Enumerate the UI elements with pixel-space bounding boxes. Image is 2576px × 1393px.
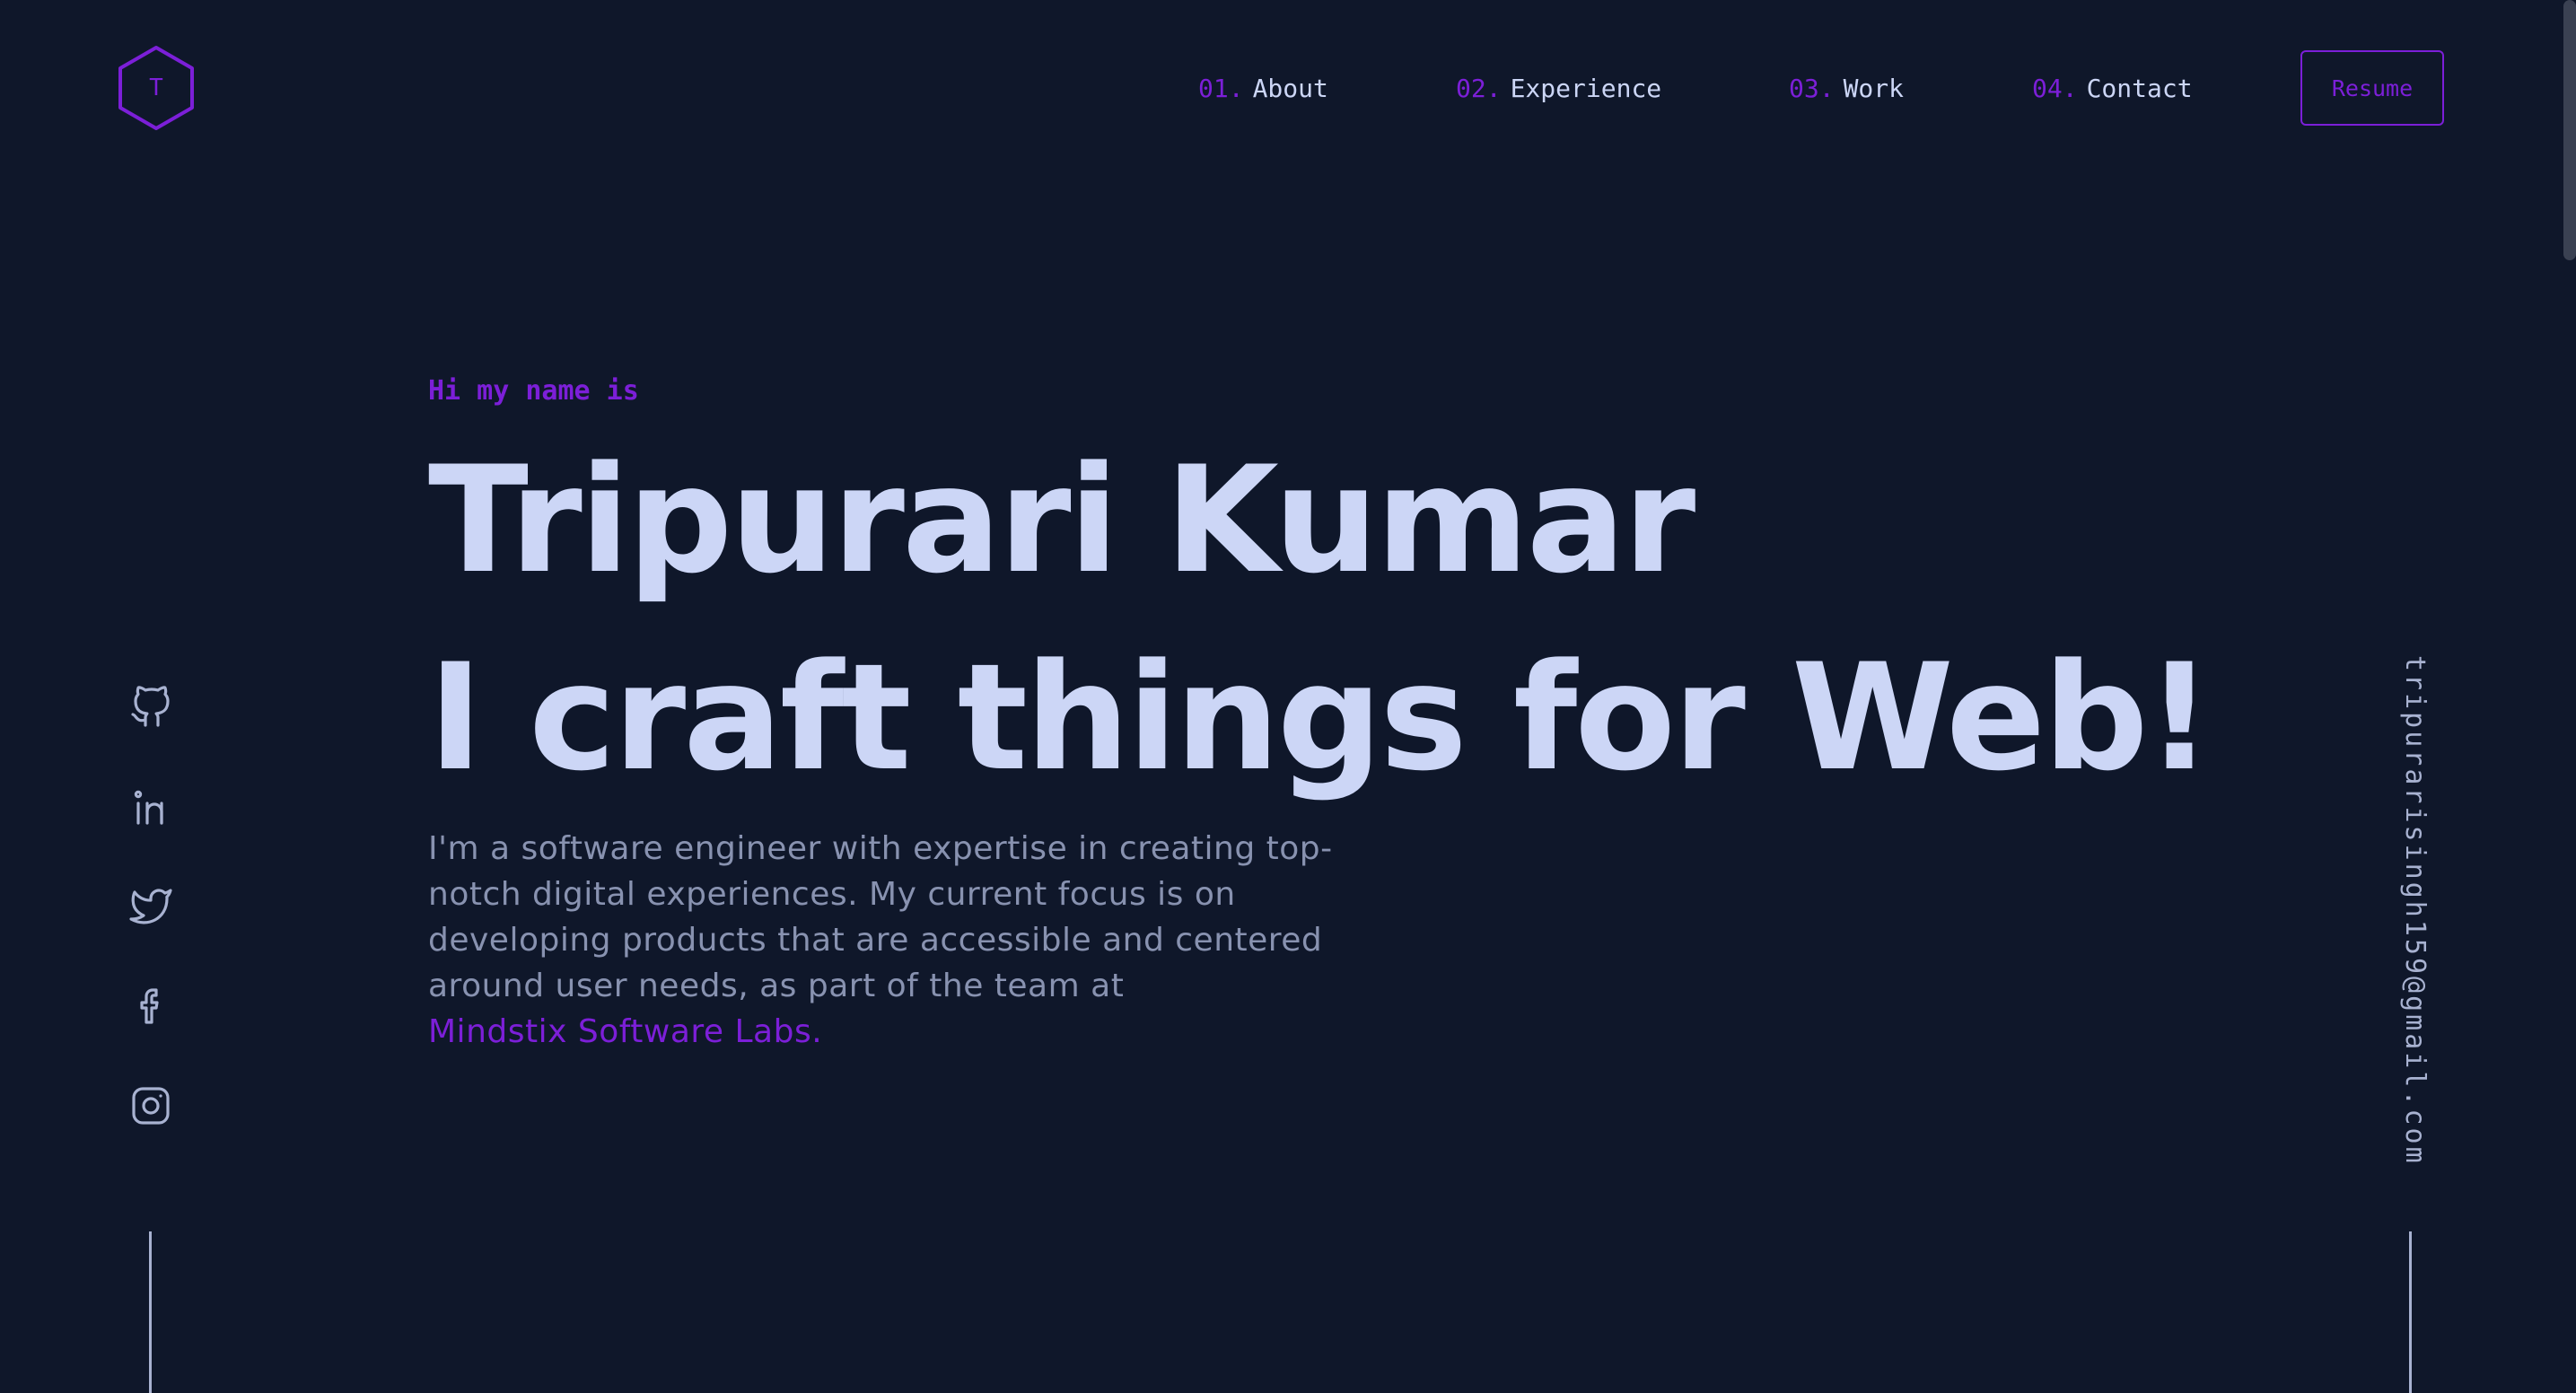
right-vertical-line	[2409, 1231, 2412, 1393]
nav-item-number: 02.	[1456, 74, 1502, 103]
linkedin-icon	[134, 790, 163, 825]
hero-bio: I'm a software engineer with expertise i…	[428, 826, 1398, 1055]
instagram-link[interactable]	[129, 1084, 172, 1127]
email-sidebar: tripurarisingh159@gmail.com	[2391, 655, 2436, 1176]
nav-item-work[interactable]: 03. Work	[1789, 74, 1904, 103]
hero-tagline: I craft things for Web!	[428, 632, 2212, 803]
hero-section: Hi my name is Tripurari Kumar I craft th…	[428, 375, 2212, 1055]
github-link[interactable]	[129, 686, 172, 729]
nav-item-label: About	[1252, 74, 1328, 103]
facebook-link[interactable]	[129, 985, 172, 1028]
left-vertical-line	[149, 1231, 152, 1393]
email-link[interactable]: tripurarisingh159@gmail.com	[2399, 655, 2431, 1166]
hero-greeting: Hi my name is	[428, 375, 639, 407]
nav-item-number: 01.	[1198, 74, 1244, 103]
nav-item-label: Work	[1843, 74, 1905, 103]
facebook-icon	[140, 988, 159, 1024]
nav-item-about[interactable]: 01. About	[1198, 74, 1328, 103]
instagram-icon	[132, 1087, 170, 1125]
page-scrollbar[interactable]	[2563, 0, 2576, 260]
social-links	[129, 686, 172, 1184]
hero-bio-text: I'm a software engineer with expertise i…	[428, 830, 1333, 1004]
main-navigation: 01. About 02. Experience 03. Work 04. Contac…	[0, 50, 2576, 127]
linkedin-link[interactable]	[129, 785, 172, 828]
twitter-icon	[129, 889, 172, 924]
github-icon	[131, 686, 170, 727]
nav-item-experience[interactable]: 02. Experience	[1456, 74, 1661, 103]
resume-button[interactable]: Resume	[2300, 50, 2444, 126]
nav-item-contact[interactable]: 04. Contact	[2032, 74, 2193, 103]
company-link[interactable]: Mindstix Software Labs.	[428, 1013, 822, 1050]
hero-name: Tripurari Kumar	[428, 434, 1695, 606]
twitter-link[interactable]	[129, 885, 172, 928]
nav-item-number: 04.	[2032, 74, 2078, 103]
nav-item-label: Experience	[1510, 74, 1662, 103]
nav-item-label: Contact	[2086, 74, 2193, 103]
nav-item-number: 03.	[1789, 74, 1835, 103]
